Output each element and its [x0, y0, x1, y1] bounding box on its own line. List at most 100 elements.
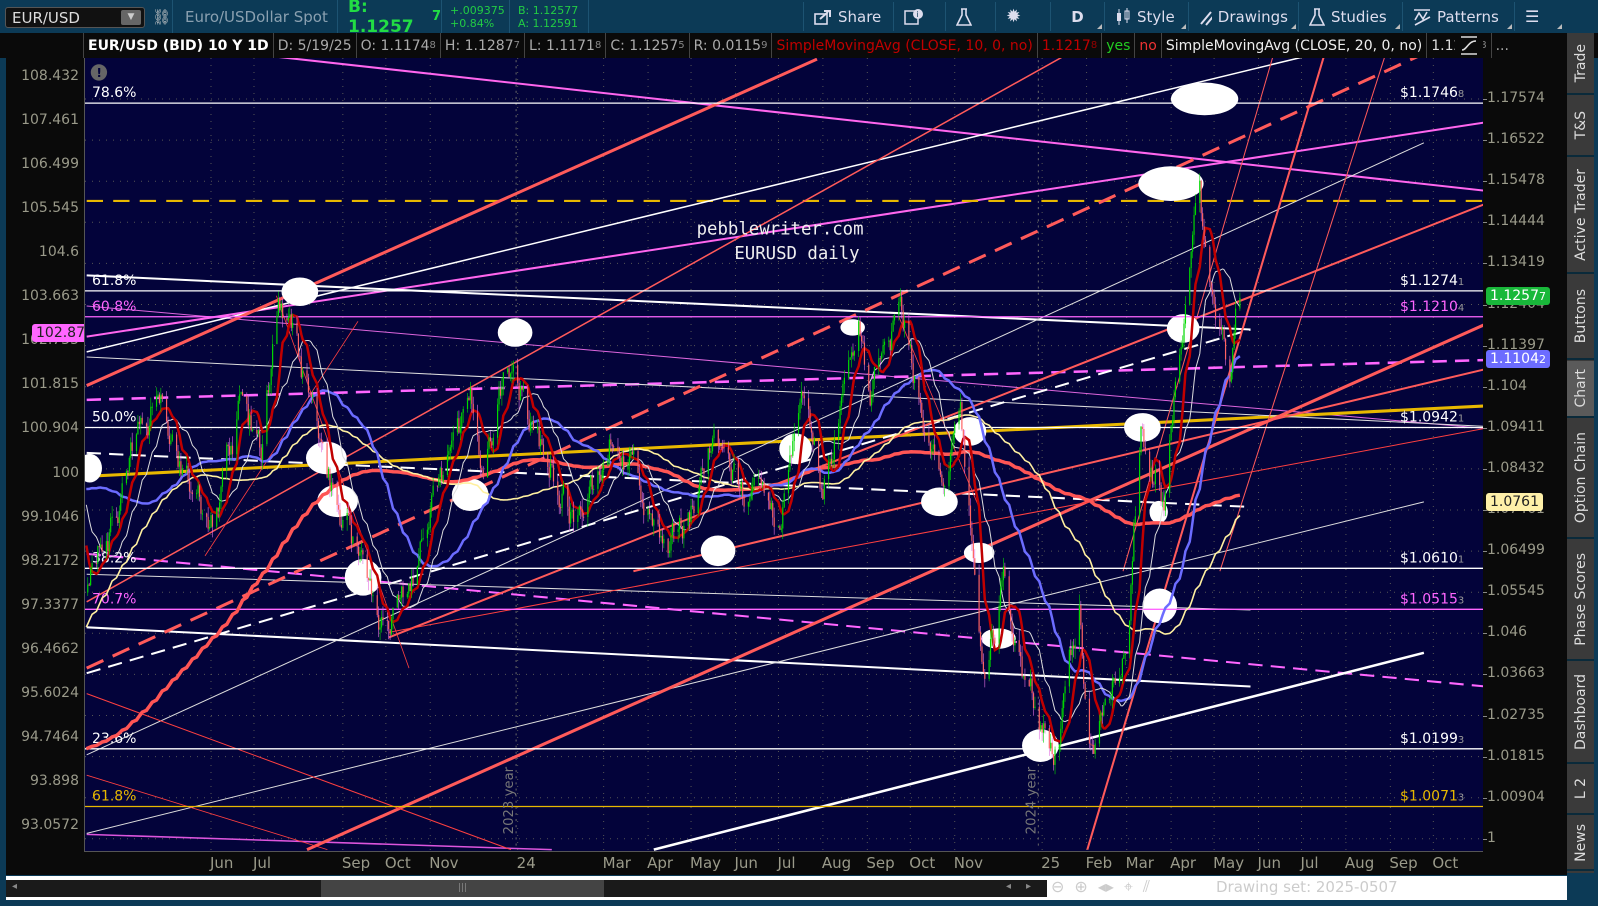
price-chart[interactable]: 78.6% $1.1746861.8% $1.1274160.8% $1.121045…: [85, 58, 1483, 852]
link-icon[interactable]: ⛓: [152, 8, 171, 26]
drawings-button[interactable]: Drawings: [1188, 2, 1298, 31]
tab-news[interactable]: News: [1567, 816, 1594, 871]
tab-active-trader[interactable]: Active Trader: [1567, 158, 1594, 274]
tab-buttons[interactable]: Buttons: [1567, 275, 1594, 360]
pivot-marker: [85, 453, 102, 483]
open-value: O: 1.1174 8: [357, 33, 441, 58]
trendline[interactable]: [86, 328, 1251, 675]
time-tick-label: Oct: [1432, 854, 1459, 872]
trendline[interactable]: [86, 501, 1425, 834]
candle-body: [839, 405, 841, 424]
candle-body: [300, 356, 302, 378]
time-axis[interactable]: Jun Jul Sep Oct Nov 24 Mar Apr May Jun Jul Aug Sep Oc…: [6, 852, 1567, 875]
candle-body: [370, 578, 373, 596]
tab-trade[interactable]: Trade: [1567, 33, 1594, 95]
tab-chart[interactable]: Chart: [1567, 361, 1594, 418]
info-button[interactable]: i: [893, 2, 934, 31]
zoom-out-icon[interactable]: ⊖: [1051, 877, 1064, 897]
trendline[interactable]: [86, 552, 1483, 688]
share-button[interactable]: Share: [803, 2, 891, 31]
menu-button[interactable]: ☰: [1514, 2, 1564, 31]
candle-body: [489, 437, 492, 442]
candle-body: [442, 474, 444, 482]
tab-label: Buttons: [1572, 289, 1589, 344]
aggregation-button[interactable]: D: [1050, 2, 1104, 31]
candle-body: [1230, 371, 1232, 382]
scroll-left-icon[interactable]: ◂: [12, 881, 17, 892]
tab-phase-scores[interactable]: Phase Scores: [1567, 540, 1594, 661]
drawings-icon[interactable]: ⫽: [1143, 877, 1150, 897]
symbol-selector[interactable]: EUR/USD ▼: [5, 7, 145, 28]
trendline[interactable]: [388, 428, 1483, 633]
candle-body: [810, 426, 813, 433]
scroll-right-icon[interactable]: ▸: [1026, 881, 1031, 892]
last-price-small: 7: [431, 9, 441, 24]
trendline[interactable]: [86, 358, 1483, 402]
tab-dashboard[interactable]: Dashboard: [1567, 662, 1594, 764]
candle-body: [329, 468, 331, 491]
candle-body: [349, 515, 351, 525]
trendline[interactable]: [86, 58, 1307, 353]
candle-body: [488, 437, 490, 449]
fib-price-text: $1.1746: [1400, 85, 1458, 101]
candle-body: [760, 478, 762, 485]
style-button[interactable]: Style: [1104, 2, 1188, 31]
trendline[interactable]: [306, 323, 1483, 851]
tab-option-chain[interactable]: Option Chain: [1567, 419, 1594, 539]
candle-body: [1081, 625, 1083, 656]
candle-body: [593, 488, 595, 490]
candle-body: [888, 340, 890, 342]
candle-body: [286, 318, 288, 321]
trendline[interactable]: [86, 693, 512, 851]
left-price-axis[interactable]: 108.432 107.461 106.499 105.545 104.6 103.663…: [6, 58, 89, 852]
candle-body: [411, 577, 413, 592]
date-value: D: 5/19/25: [274, 33, 357, 58]
studies-button[interactable]: Studies: [1298, 2, 1402, 31]
candle-body: [260, 447, 262, 460]
scroll-left-icon[interactable]: ◂: [1006, 881, 1011, 892]
candle-body: [399, 597, 401, 600]
candle-body: [542, 444, 545, 455]
right-price-axis[interactable]: 1.175741.165221.154781.144441.134191.124…: [1483, 58, 1567, 852]
drawing-set-selector[interactable]: Drawing set: 2025-0507: [1216, 878, 1398, 896]
tab-l-2[interactable]: L 2: [1567, 765, 1594, 815]
trendline[interactable]: [87, 58, 1483, 192]
candle-body: [541, 439, 543, 445]
last-price-badge: 1.12577: [1486, 287, 1550, 305]
trendline[interactable]: [86, 573, 1251, 611]
settings-button[interactable]: ✹: [995, 2, 1031, 31]
trendline[interactable]: [86, 58, 1483, 670]
trendline[interactable]: [1219, 58, 1388, 572]
trendline[interactable]: [1122, 58, 1276, 572]
candle-body: [908, 321, 910, 346]
study-sma10-label[interactable]: SimpleMovingAvg (CLOSE, 10, 0, no): [772, 33, 1038, 58]
candle-body: [1219, 319, 1221, 328]
chevron-down-icon[interactable]: ▼: [121, 10, 141, 25]
candle-body: [458, 418, 460, 433]
candle-body: [777, 526, 780, 528]
time-scrollbar[interactable]: ◂ ||| ◂ ▸: [6, 880, 1047, 897]
crosshair-icon[interactable]: ⌖: [1124, 877, 1133, 897]
tab-t-s[interactable]: T&S: [1567, 96, 1594, 157]
zoom-in-icon[interactable]: ⊕: [1074, 877, 1087, 897]
scroll-thumb[interactable]: |||: [321, 880, 604, 897]
fit-icon[interactable]: ◂▸: [1098, 877, 1114, 897]
candle-body: [1174, 381, 1177, 398]
lab-button[interactable]: [945, 2, 982, 31]
patterns-button[interactable]: Patterns: [1402, 2, 1514, 31]
fib-price-text: $1.0199: [1400, 731, 1458, 747]
candle-body: [978, 574, 980, 632]
trendline[interactable]: [86, 58, 1083, 603]
open-small: 8: [429, 40, 436, 51]
study-sma20-label[interactable]: SimpleMovingAvg (CLOSE, 20, 0, no): [1162, 33, 1428, 58]
trendline[interactable]: [633, 368, 1483, 573]
candle-body: [562, 484, 565, 494]
candle-body: [309, 392, 311, 395]
candle-body: [668, 550, 671, 554]
chart-mode-toggle[interactable]: [1455, 33, 1483, 58]
more-studies[interactable]: ...: [1492, 33, 1513, 58]
candle-body: [981, 646, 983, 662]
candle-body: [336, 486, 338, 505]
chart-area[interactable]: 78.6% $1.17468 61.8% $1.12741 60.8% $1.12104 5…: [84, 58, 1483, 852]
trendline[interactable]: [1086, 58, 1327, 850]
